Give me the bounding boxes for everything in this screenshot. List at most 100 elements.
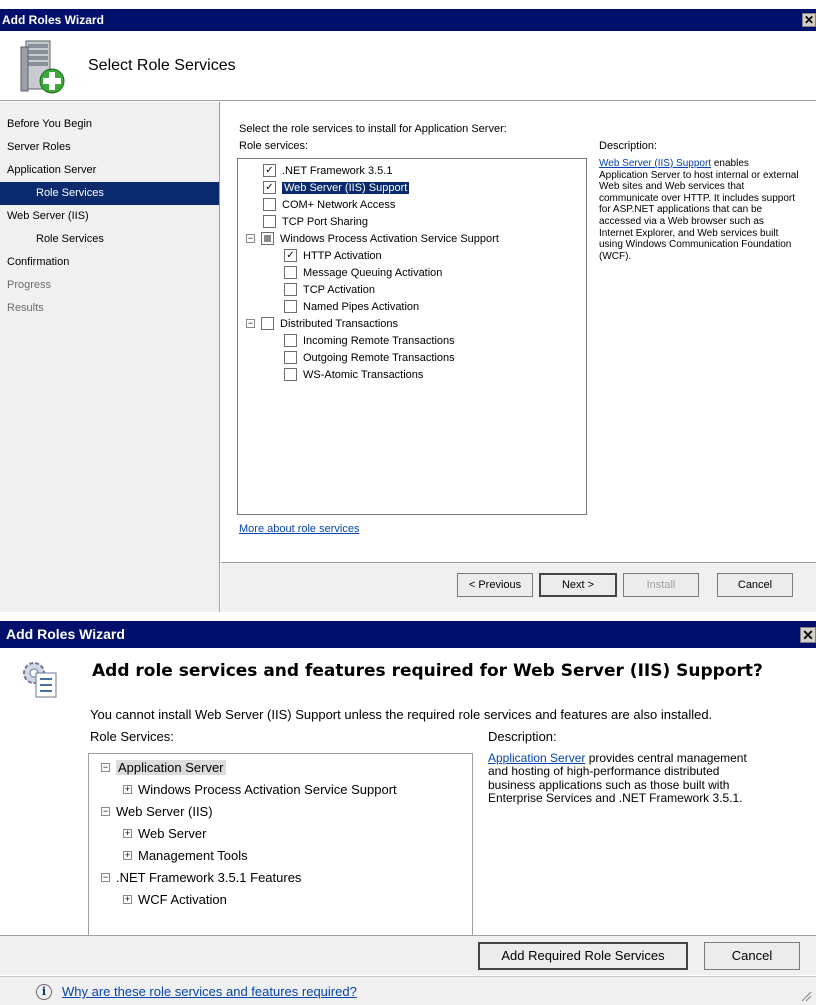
role-service-row[interactable]: − Distributed Transactions [246, 316, 398, 333]
role-service-row[interactable]: Incoming Remote Transactions [284, 333, 455, 350]
role-service-label: Message Queuing Activation [303, 267, 443, 279]
nav-item: Results [7, 302, 44, 314]
checkbox[interactable] [284, 282, 297, 296]
nav-item[interactable]: Confirmation [0, 251, 219, 274]
role-service-label: Named Pipes Activation [303, 301, 420, 313]
checkbox[interactable] [284, 265, 297, 279]
checkbox[interactable] [263, 197, 276, 211]
dialog-button-bar: Add Required Role Services Cancel [0, 935, 816, 975]
role-services-label: Role Services: [90, 729, 174, 744]
cancel-button[interactable]: Cancel [704, 942, 800, 970]
checkbox[interactable]: ✓ [263, 163, 276, 177]
role-service-row[interactable]: Named Pipes Activation [284, 299, 419, 316]
expand-icon[interactable]: + [123, 785, 132, 795]
checkbox[interactable] [284, 350, 297, 364]
role-services-tree[interactable]: ✓ .NET Framework 3.5.1 ✓ Web Server (IIS) S… [237, 158, 587, 515]
dialog-title: Add Roles Wizard [6, 626, 125, 642]
required-service-row[interactable]: − .NET Framework 3.5.1 Features [101, 868, 301, 887]
wizard-content: Select the role services to install for … [221, 102, 816, 562]
required-service-row[interactable]: + Windows Process Activation Service Supp… [123, 780, 397, 799]
collapse-icon[interactable]: − [246, 233, 255, 243]
description-text: Web Server (IIS) Support enables Applica… [599, 158, 799, 262]
required-services-tree[interactable]: − Application Server + Windows Process Acti… [88, 753, 473, 941]
dialog-title-bar[interactable]: Add Roles Wizard ✕ [0, 621, 816, 648]
role-service-label: Web Server (IIS) Support [282, 182, 410, 194]
add-required-services-dialog: Add Roles Wizard ✕ Add role services and… [0, 621, 816, 1005]
description-text: Application Server provides central mana… [488, 751, 768, 806]
collapse-icon[interactable]: − [246, 318, 255, 328]
collapse-icon[interactable]: − [101, 763, 110, 773]
role-service-row[interactable]: ✓ .NET Framework 3.5.1 [246, 163, 392, 180]
more-about-role-services-link[interactable]: More about role services [239, 523, 359, 535]
close-icon[interactable]: ✕ [800, 627, 816, 643]
expand-icon[interactable]: + [123, 829, 132, 839]
role-service-row[interactable]: ✓ Web Server (IIS) Support [246, 180, 410, 197]
required-service-row[interactable]: + Web Server [123, 824, 206, 843]
role-service-row[interactable]: − Windows Process Activation Service Supp… [246, 231, 499, 248]
role-service-row[interactable]: TCP Activation [284, 282, 375, 299]
required-service-label: Application Server [116, 760, 226, 775]
nav-item[interactable]: Role Services [0, 182, 219, 205]
role-service-label: Incoming Remote Transactions [303, 335, 455, 347]
required-service-row[interactable]: + Management Tools [123, 846, 248, 865]
required-service-row[interactable]: + WCF Activation [123, 890, 227, 909]
required-service-row[interactable]: − Application Server [101, 758, 226, 777]
description-link[interactable]: Application Server [488, 751, 585, 765]
nav-item[interactable]: Role Services [0, 228, 219, 251]
page-title: Select Role Services [88, 57, 236, 74]
collapse-icon[interactable]: − [101, 873, 110, 883]
role-features-icon [23, 662, 57, 698]
instruction-text: Select the role services to install for … [239, 123, 507, 135]
checkbox[interactable] [261, 316, 274, 330]
close-icon[interactable]: ✕ [802, 13, 816, 27]
role-service-row[interactable]: Outgoing Remote Transactions [284, 350, 455, 367]
description-label: Description: [488, 729, 557, 744]
expand-icon[interactable]: + [123, 851, 132, 861]
role-service-label: COM+ Network Access [282, 199, 396, 211]
checkbox[interactable] [263, 214, 276, 228]
nav-item[interactable]: Web Server (IIS) [0, 205, 219, 228]
role-service-row[interactable]: Message Queuing Activation [284, 265, 442, 282]
required-service-row[interactable]: − Web Server (IIS) [101, 802, 213, 821]
required-service-label: Web Server (IIS) [116, 804, 213, 819]
previous-button[interactable]: < Previous [457, 573, 533, 597]
expand-icon[interactable]: + [123, 895, 132, 905]
wizard-steps-nav: Before You Begin Server Roles Application … [0, 102, 220, 612]
checkbox[interactable] [284, 333, 297, 347]
role-service-row[interactable]: COM+ Network Access [246, 197, 395, 214]
description-body: enables Application Server to host inter… [599, 158, 799, 262]
description-link[interactable]: Web Server (IIS) Support [599, 158, 711, 169]
checkbox[interactable] [261, 231, 274, 245]
nav-item: Progress [7, 279, 52, 291]
dialog-footer: i Why are these role services and featur… [0, 976, 816, 1005]
nav-item[interactable]: Server Roles [0, 136, 219, 159]
why-required-link[interactable]: Why are these role services and features… [62, 984, 357, 999]
dialog-subtext: You cannot install Web Server (IIS) Supp… [90, 707, 713, 722]
dialog-heading: Add role services and features required … [92, 661, 763, 681]
window-title: Add Roles Wizard [2, 13, 104, 27]
cancel-button[interactable]: Cancel [717, 573, 793, 597]
window-title-bar[interactable]: Add Roles Wizard ✕ [0, 9, 816, 31]
role-service-row[interactable]: ✓ HTTP Activation [284, 248, 382, 265]
nav-item[interactable]: Application Server [0, 159, 219, 182]
checkbox[interactable] [284, 299, 297, 313]
role-service-label: WS-Atomic Transactions [303, 369, 424, 381]
role-service-label: Outgoing Remote Transactions [303, 352, 455, 364]
next-button[interactable]: Next > [539, 573, 617, 597]
checkbox[interactable] [284, 367, 297, 381]
add-required-role-services-button[interactable]: Add Required Role Services [478, 942, 688, 970]
collapse-icon[interactable]: − [101, 807, 110, 817]
server-add-icon [20, 40, 65, 94]
nav-item[interactable]: Before You Begin [0, 113, 219, 136]
role-service-row[interactable]: WS-Atomic Transactions [284, 367, 423, 384]
required-service-label: Windows Process Activation Service Suppo… [138, 782, 397, 797]
checkbox[interactable]: ✓ [284, 248, 297, 262]
add-roles-wizard-window: Add Roles Wizard ✕ Select Role Services … [0, 0, 816, 612]
required-service-label: Management Tools [138, 848, 248, 863]
resize-grip-icon[interactable] [800, 990, 812, 1002]
install-button[interactable]: Install [623, 573, 699, 597]
checkbox[interactable]: ✓ [263, 180, 276, 194]
description-label: Description: [599, 140, 658, 152]
role-service-label: HTTP Activation [303, 250, 382, 262]
role-service-row[interactable]: TCP Port Sharing [246, 214, 368, 231]
